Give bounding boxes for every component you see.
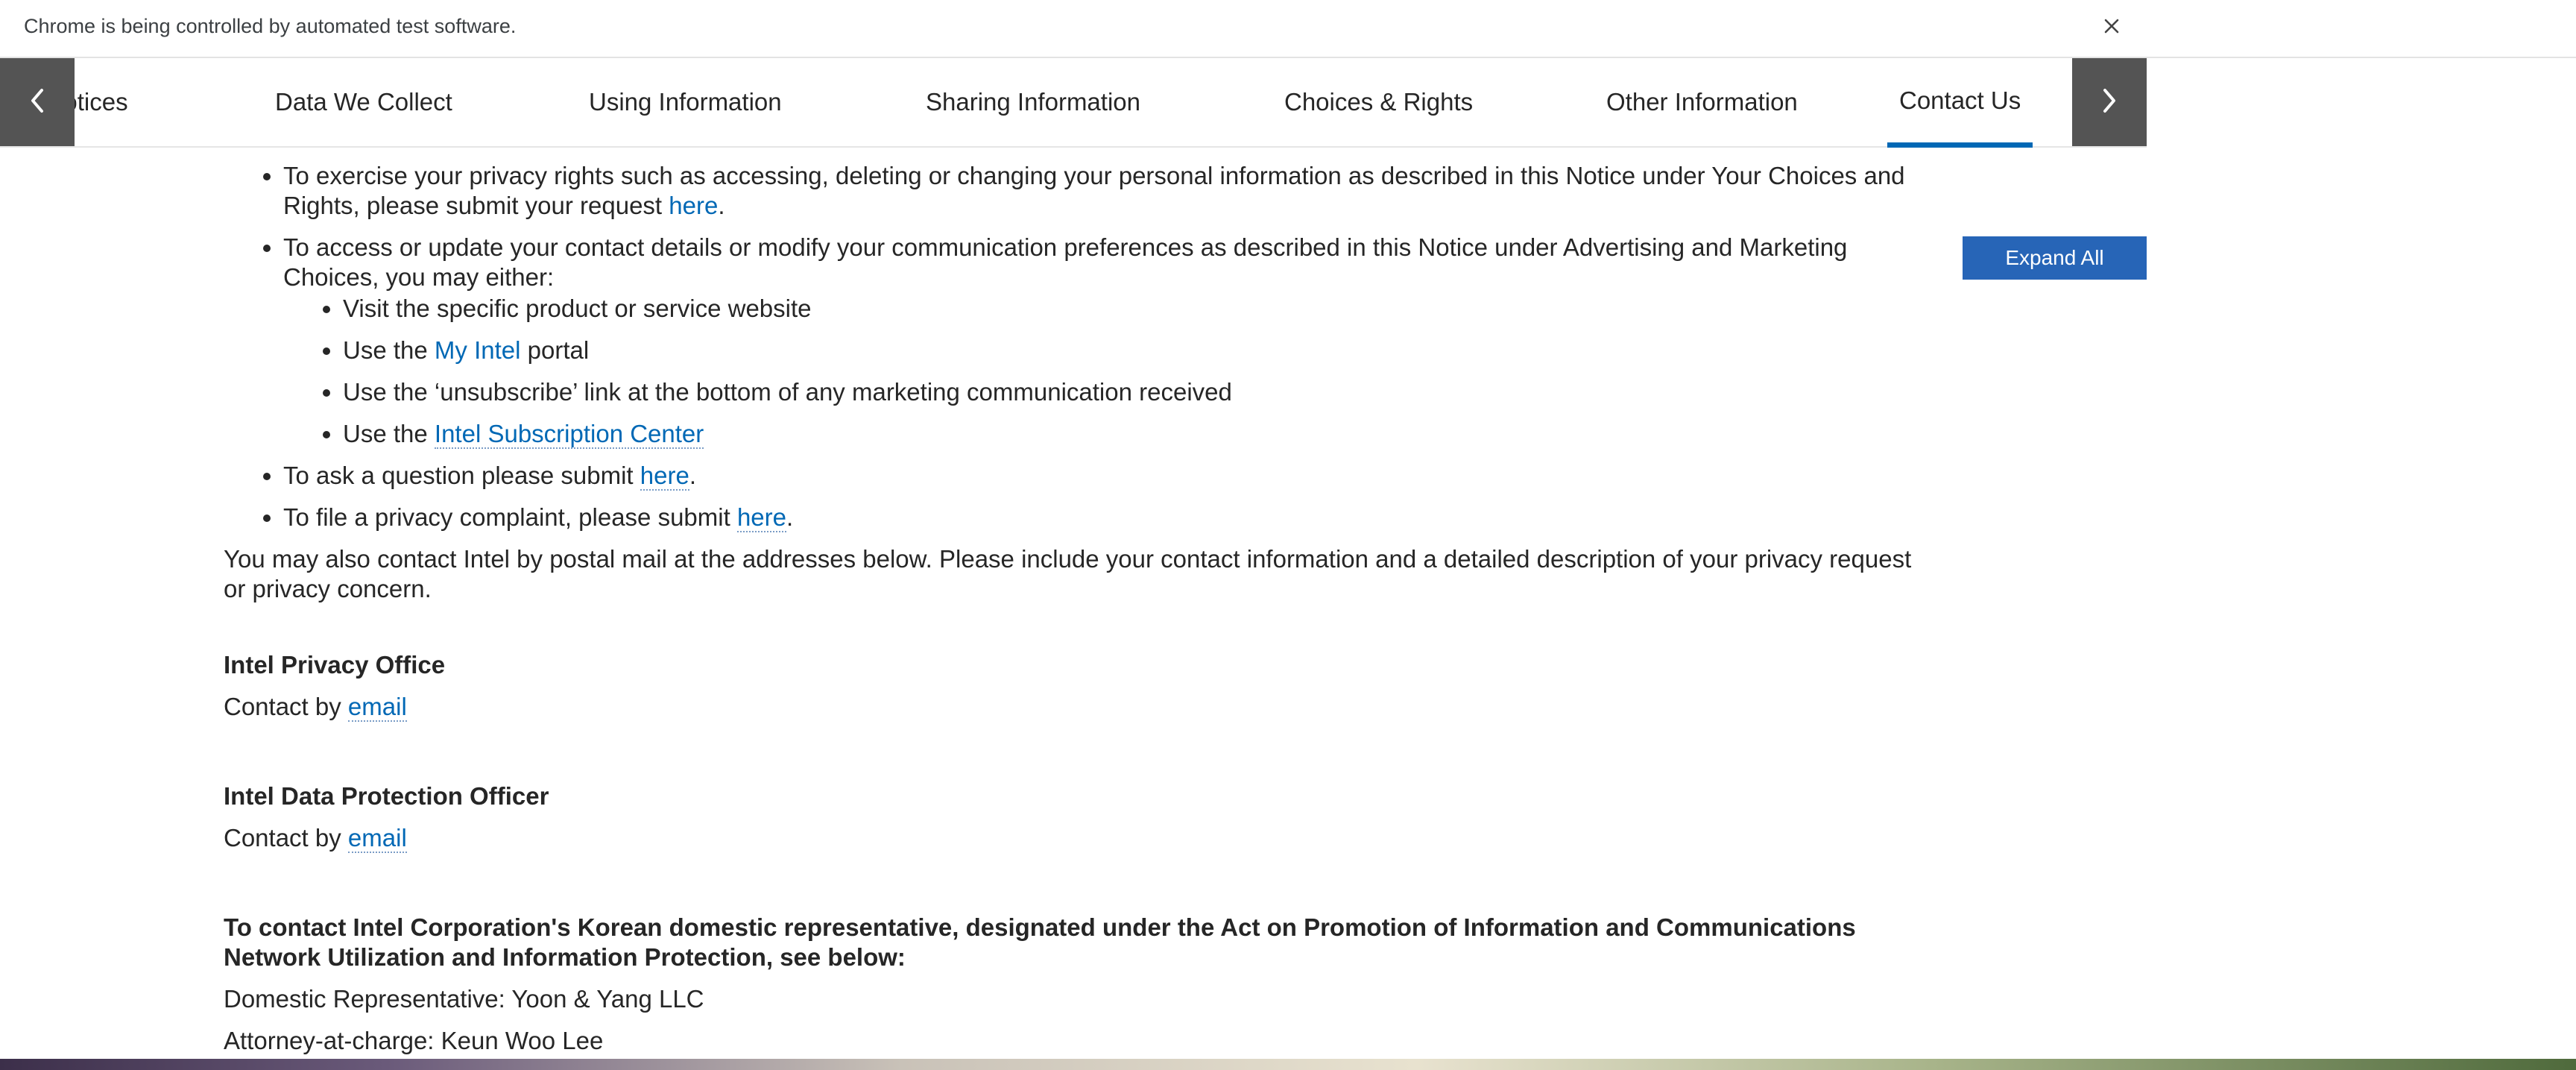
ask-question-link[interactable]: here bbox=[640, 462, 689, 491]
scroll-left-button[interactable] bbox=[0, 58, 75, 146]
domestic-representative-text: Domestic Representative: Yoon & Yang LLC bbox=[224, 985, 704, 1013]
exercise-rights-text: To exercise your privacy rights such as … bbox=[283, 162, 1905, 219]
chevron-right-icon bbox=[2100, 87, 2119, 117]
tab-contact-us[interactable]: Contact Us bbox=[1887, 58, 2033, 148]
file-complaint-link[interactable]: here bbox=[736, 503, 786, 532]
file-complaint-text: To file a privacy complaint, please subm… bbox=[283, 503, 737, 531]
list-item: To exercise your privacy rights such as … bbox=[283, 161, 1938, 221]
tab-label: Using Information bbox=[589, 88, 782, 116]
portal-text: portal bbox=[520, 336, 590, 364]
list-item: Use the Intel Subscription Center bbox=[343, 419, 1938, 449]
dpo-heading: Intel Data Protection Officer bbox=[224, 782, 549, 810]
tab-data-we-collect[interactable]: Data We Collect bbox=[275, 58, 452, 146]
contact-us-content: To exercise your privacy rights such as … bbox=[224, 161, 1938, 1059]
list-item: Use the My Intel portal bbox=[343, 336, 1938, 365]
tab-other-information[interactable]: Other Information bbox=[1606, 58, 1798, 146]
desktop-wallpaper-strip bbox=[0, 1059, 2576, 1070]
attorney-text: Attorney-at-charge: Keun Woo Lee bbox=[224, 1027, 604, 1054]
automation-infobar: Chrome is being controlled by automated … bbox=[0, 0, 2576, 58]
access-update-text: To access or update your contact details… bbox=[283, 233, 1848, 291]
infobar-message: Chrome is being controlled by automated … bbox=[24, 15, 517, 37]
expand-all-button[interactable]: Expand All bbox=[1963, 236, 2147, 280]
tab-label: Sharing Information bbox=[926, 88, 1140, 116]
list-item: Use the ‘unsubscribe’ link at the bottom… bbox=[343, 377, 1938, 407]
list-item: Visit the specific product or service we… bbox=[343, 294, 1938, 324]
tab-label: Data We Collect bbox=[275, 88, 452, 116]
visit-website-text: Visit the specific product or service we… bbox=[343, 295, 812, 322]
exercise-rights-link[interactable]: here bbox=[669, 192, 718, 219]
tab-label: Other Information bbox=[1606, 88, 1798, 116]
ask-question-text: To ask a question please submit bbox=[283, 462, 640, 489]
my-intel-link[interactable]: My Intel bbox=[435, 336, 521, 364]
list-item: To ask a question please submit here. bbox=[283, 461, 1938, 491]
privacy-office-heading: Intel Privacy Office bbox=[224, 651, 446, 679]
contact-options-list: To exercise your privacy rights such as … bbox=[224, 161, 1938, 532]
section-tab-nav: onal Notices Data We Collect Using Infor… bbox=[0, 58, 2147, 148]
chevron-left-icon bbox=[28, 87, 47, 117]
use-the-text: Use the bbox=[343, 420, 435, 447]
dpo-email-link[interactable]: email bbox=[347, 824, 407, 853]
close-icon[interactable] bbox=[2094, 9, 2129, 43]
list-item: To access or update your contact details… bbox=[283, 233, 1938, 449]
access-options-sublist: Visit the specific product or service we… bbox=[283, 294, 1938, 449]
korea-representative-heading: To contact Intel Corporation's Korean do… bbox=[224, 913, 1856, 971]
contact-by-text: Contact by bbox=[224, 693, 348, 720]
tab-label: Choices & Rights bbox=[1284, 88, 1474, 116]
scroll-right-button[interactable] bbox=[2072, 58, 2147, 146]
dpo-contact: Contact by email bbox=[224, 823, 1938, 853]
list-item: To file a privacy complaint, please subm… bbox=[283, 503, 1938, 532]
postal-mail-paragraph: You may also contact Intel by postal mai… bbox=[224, 545, 1912, 602]
contact-by-text: Contact by bbox=[224, 824, 348, 852]
browser-window: onal Notices Data We Collect Using Infor… bbox=[0, 58, 2147, 1059]
tab-using-information[interactable]: Using Information bbox=[589, 58, 782, 146]
use-the-text: Use the bbox=[343, 336, 435, 364]
tab-sharing-information[interactable]: Sharing Information bbox=[926, 58, 1140, 146]
privacy-office-email-link[interactable]: email bbox=[347, 693, 407, 722]
tab-choices-rights[interactable]: Choices & Rights bbox=[1284, 58, 1473, 146]
subscription-center-link[interactable]: Intel Subscription Center bbox=[434, 420, 704, 449]
tab-label: Contact Us bbox=[1899, 86, 2021, 114]
unsubscribe-text: Use the ‘unsubscribe’ link at the bottom… bbox=[343, 378, 1232, 406]
privacy-office-contact: Contact by email bbox=[224, 692, 1938, 722]
desktop-background bbox=[2147, 58, 2576, 1070]
